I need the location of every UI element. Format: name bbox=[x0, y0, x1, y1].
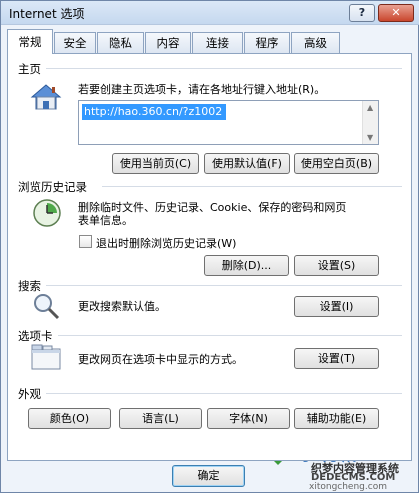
homepage-group-label: 主页 bbox=[18, 62, 41, 76]
homepage-group-divider bbox=[46, 68, 402, 69]
watermark-line3: xitongcheng.com bbox=[309, 482, 387, 492]
delete-on-exit-label[interactable]: 退出时删除浏览历史记录(W) bbox=[96, 235, 236, 251]
tab-security[interactable]: 安全 bbox=[54, 32, 96, 53]
tab-general[interactable]: 常规 bbox=[7, 29, 53, 54]
magnifier-icon bbox=[31, 291, 61, 321]
homepage-url-textarea[interactable]: http://hao.360.cn/?z1002 ▲ ▼ bbox=[78, 100, 379, 145]
ok-button[interactable]: 确定 bbox=[172, 465, 245, 487]
tabs-settings-button[interactable]: 设置(T) bbox=[294, 348, 379, 369]
tab-privacy[interactable]: 隐私 bbox=[97, 32, 144, 53]
search-group-divider bbox=[46, 285, 402, 286]
close-button[interactable]: ✕ bbox=[378, 4, 414, 22]
house-icon bbox=[30, 82, 62, 112]
tab-advanced[interactable]: 高级 bbox=[291, 32, 340, 53]
internet-options-window: Internet 选项 ? ✕ 常规 安全 隐私 内容 连接 程序 高级 主页 … bbox=[0, 0, 419, 493]
history-group-label: 浏览历史记录 bbox=[18, 180, 87, 194]
colors-button[interactable]: 颜色(O) bbox=[28, 408, 111, 429]
use-default-button[interactable]: 使用默认值(F) bbox=[204, 153, 290, 174]
tab-content[interactable]: 内容 bbox=[145, 32, 191, 53]
tabbed-window-icon bbox=[31, 344, 61, 370]
use-blank-button[interactable]: 使用空白页(B) bbox=[294, 153, 379, 174]
delete-history-button[interactable]: 删除(D)... bbox=[204, 255, 289, 276]
title-bar: Internet 选项 ? ✕ bbox=[1, 1, 419, 25]
delete-on-exit-checkbox[interactable] bbox=[79, 235, 92, 248]
appearance-group-divider bbox=[46, 393, 402, 394]
tabs-group-divider bbox=[58, 335, 402, 336]
history-group-divider bbox=[102, 186, 402, 187]
history-description-line2: 表单信息。 bbox=[78, 214, 133, 227]
use-current-button[interactable]: 使用当前页(C) bbox=[112, 153, 199, 174]
history-clock-icon bbox=[31, 197, 63, 229]
fonts-button[interactable]: 字体(N) bbox=[207, 408, 290, 429]
homepage-description: 若要创建主页选项卡，请在各地址行键入地址(R)。 bbox=[78, 83, 326, 96]
languages-button[interactable]: 语言(L) bbox=[119, 408, 202, 429]
scroll-up-arrow-icon[interactable]: ▲ bbox=[367, 103, 373, 112]
search-description: 更改搜索默认值。 bbox=[78, 300, 166, 313]
search-settings-button[interactable]: 设置(I) bbox=[294, 296, 379, 317]
homepage-scrollbar[interactable]: ▲ ▼ bbox=[362, 101, 378, 144]
homepage-url-text: http://hao.360.cn/?z1002 bbox=[82, 104, 226, 120]
general-tab-panel: 主页 若要创建主页选项卡，请在各地址行键入地址(R)。 http://hao.3… bbox=[7, 53, 412, 461]
help-button[interactable]: ? bbox=[349, 4, 375, 22]
history-settings-button[interactable]: 设置(S) bbox=[294, 255, 379, 276]
tab-connections[interactable]: 连接 bbox=[192, 32, 243, 53]
window-title: Internet 选项 bbox=[9, 7, 85, 21]
scroll-down-arrow-icon[interactable]: ▼ bbox=[367, 133, 373, 142]
tab-programs[interactable]: 程序 bbox=[244, 32, 290, 53]
accessibility-button[interactable]: 辅助功能(E) bbox=[294, 408, 379, 429]
appearance-group-label: 外观 bbox=[18, 387, 41, 401]
tabs-group-label: 选项卡 bbox=[18, 329, 53, 343]
tabs-description: 更改网页在选项卡中显示的方式。 bbox=[78, 353, 243, 366]
